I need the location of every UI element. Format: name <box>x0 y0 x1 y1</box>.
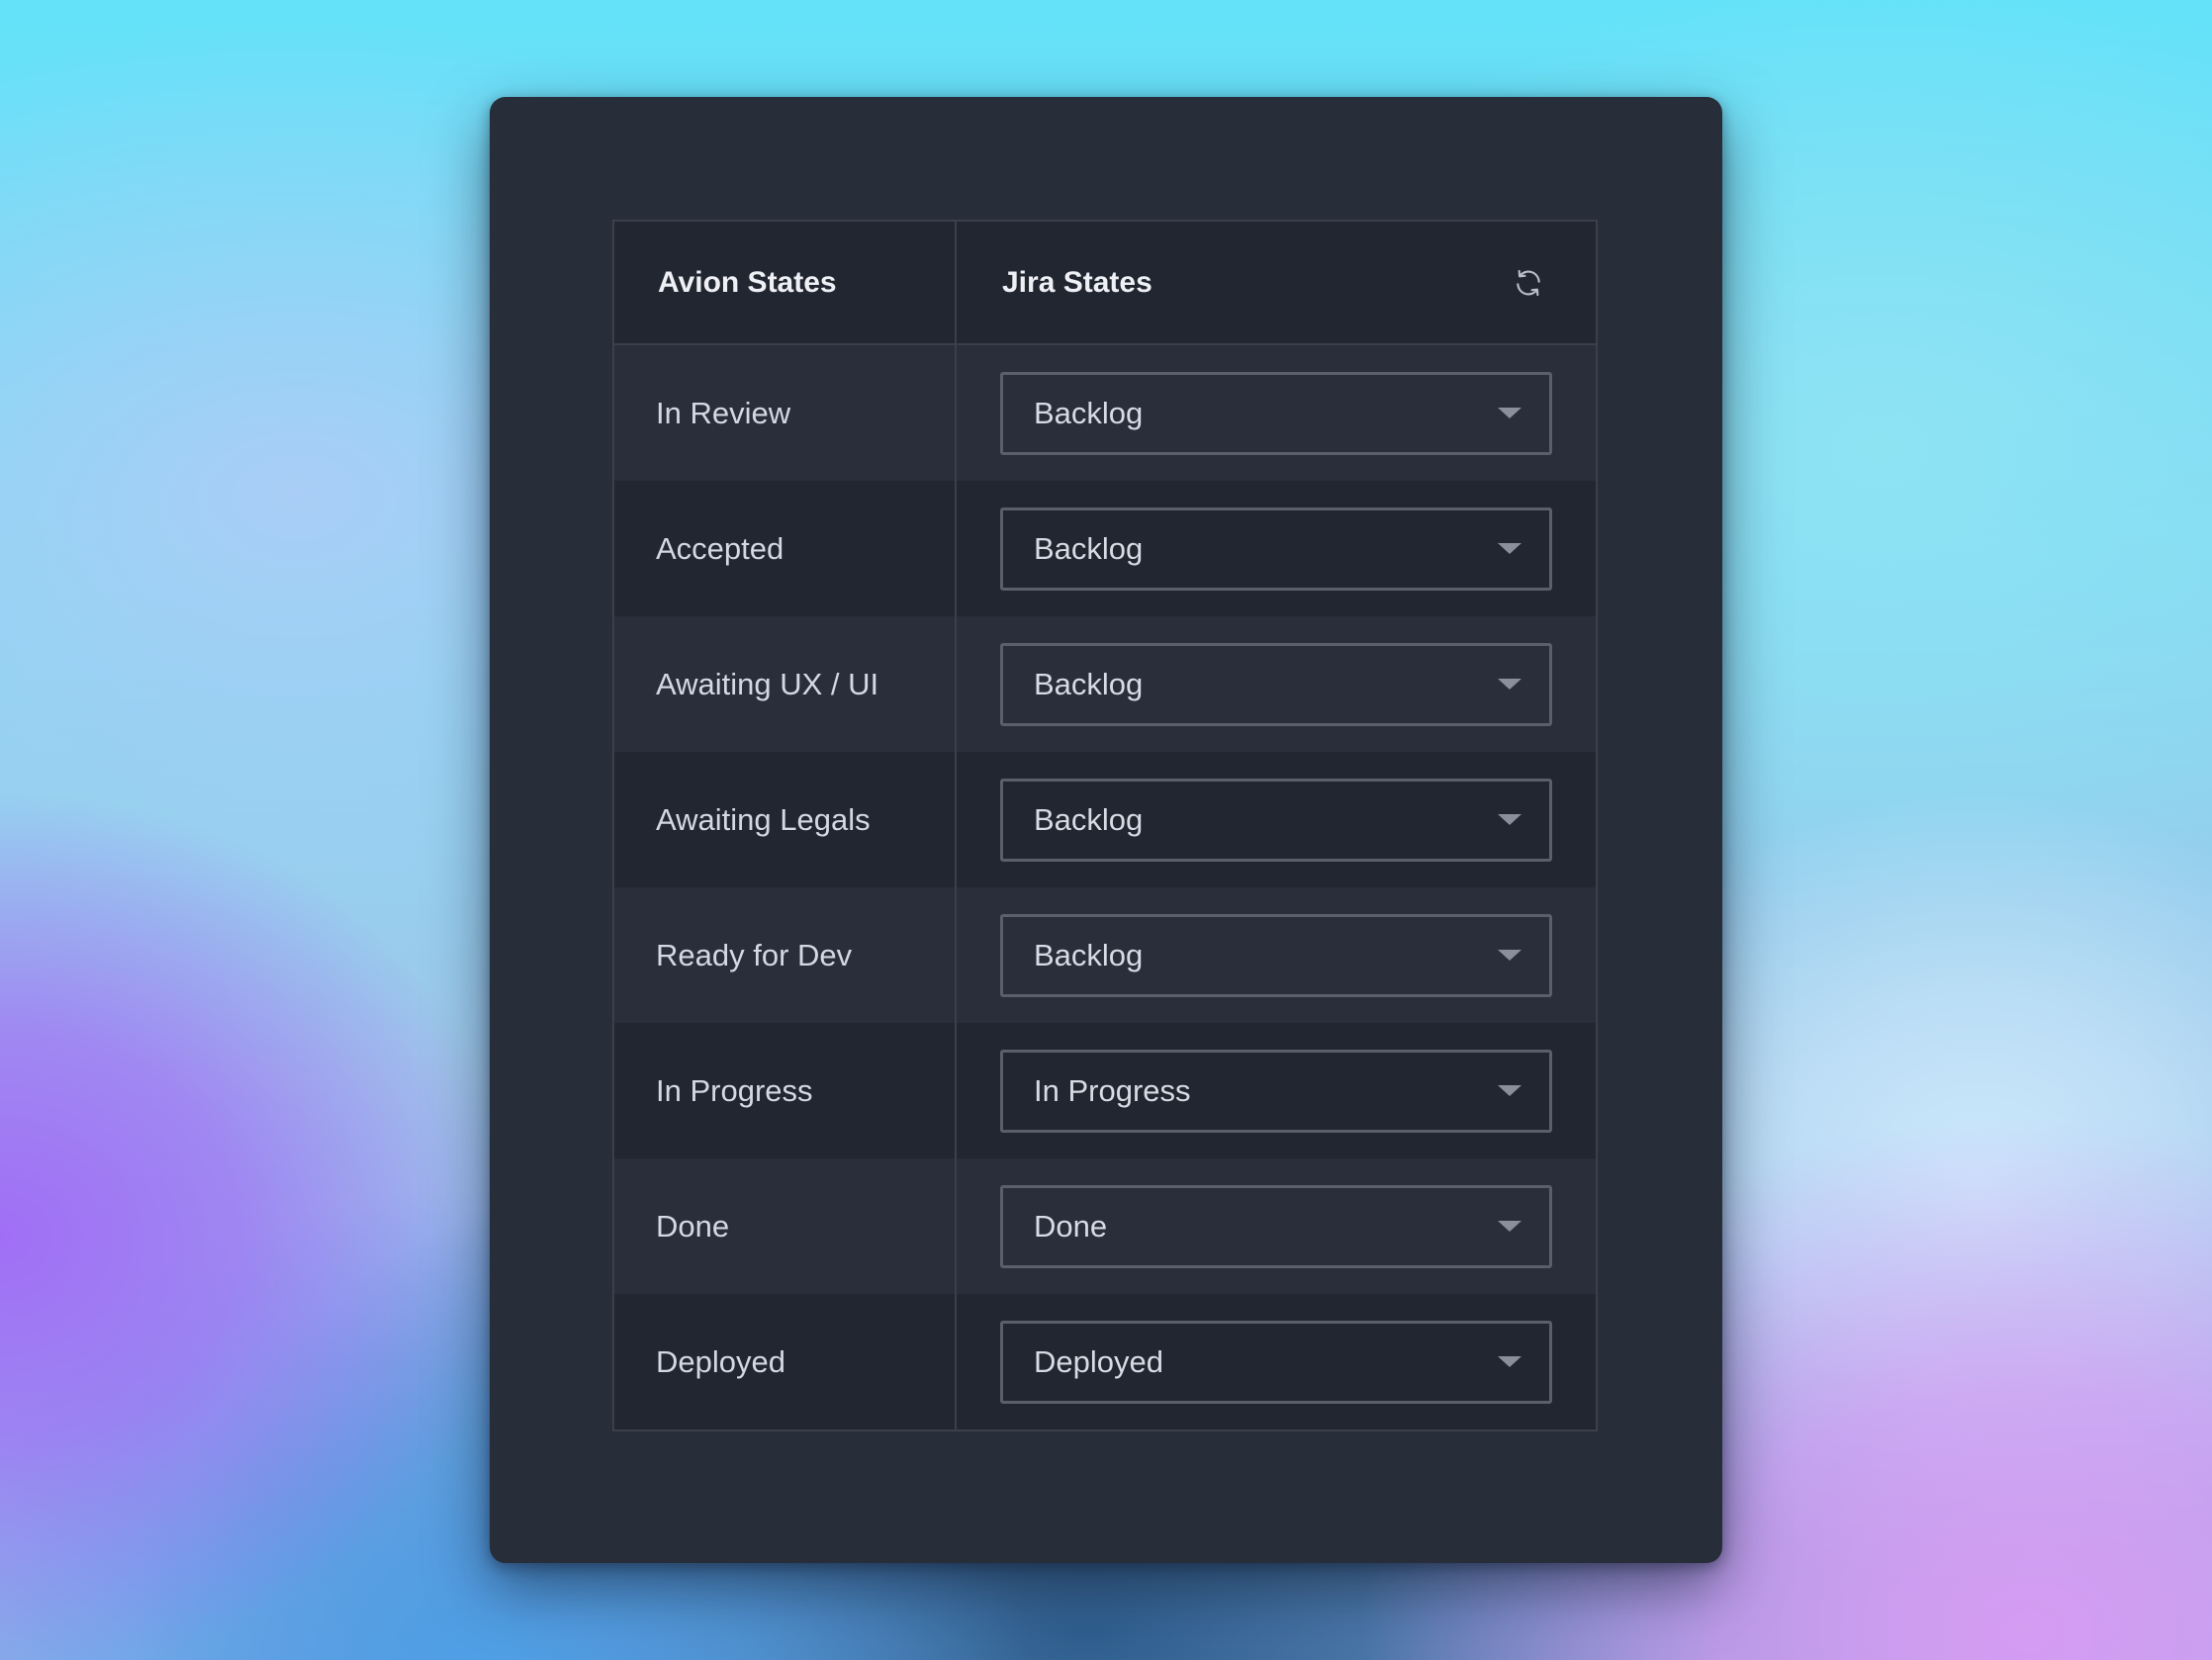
jira-state-select[interactable]: Backlog <box>1000 778 1552 862</box>
table-header: Avion States Jira States <box>614 222 1596 345</box>
jira-state-cell: Backlog <box>957 752 1596 887</box>
avion-state-label: Deployed <box>614 1294 957 1429</box>
jira-state-cell: Backlog <box>957 345 1596 481</box>
jira-states-header-cell: Jira States <box>957 222 1596 343</box>
jira-state-value: In Progress <box>1034 1072 1191 1108</box>
jira-state-cell: In Progress <box>957 1023 1596 1158</box>
jira-state-select[interactable]: In Progress <box>1000 1049 1552 1133</box>
chevron-down-icon <box>1498 1221 1521 1232</box>
avion-state-label: Ready for Dev <box>614 887 957 1023</box>
jira-state-value: Backlog <box>1034 937 1144 972</box>
jira-state-cell: Done <box>957 1158 1596 1294</box>
chevron-down-icon <box>1498 1085 1521 1096</box>
jira-state-value: Done <box>1034 1208 1108 1244</box>
chevron-down-icon <box>1498 950 1521 961</box>
state-mapping-table: Avion States Jira States In Review Backl… <box>612 220 1598 1431</box>
jira-state-select[interactable]: Backlog <box>1000 507 1552 591</box>
jira-state-select[interactable]: Done <box>1000 1184 1552 1268</box>
table-row: Awaiting Legals Backlog <box>614 752 1596 887</box>
jira-state-cell: Backlog <box>957 616 1596 752</box>
table-row: In Progress In Progress <box>614 1023 1596 1158</box>
jira-state-value: Backlog <box>1034 801 1144 837</box>
avion-state-label: In Review <box>614 345 957 481</box>
jira-state-value: Backlog <box>1034 666 1144 701</box>
chevron-down-icon <box>1498 679 1521 690</box>
avion-state-label: In Progress <box>614 1023 957 1158</box>
chevron-down-icon <box>1498 543 1521 554</box>
state-mapping-card: Avion States Jira States In Review Backl… <box>490 97 1722 1563</box>
jira-state-cell: Backlog <box>957 887 1596 1023</box>
table-row: Awaiting UX / UI Backlog <box>614 616 1596 752</box>
jira-state-cell: Backlog <box>957 481 1596 616</box>
table-row: Done Done <box>614 1158 1596 1294</box>
chevron-down-icon <box>1498 408 1521 418</box>
refresh-icon[interactable] <box>1513 267 1544 299</box>
avion-state-label: Done <box>614 1158 957 1294</box>
jira-state-select[interactable]: Deployed <box>1000 1320 1552 1404</box>
table-row: Ready for Dev Backlog <box>614 887 1596 1023</box>
jira-state-select[interactable]: Backlog <box>1000 913 1552 997</box>
jira-state-select[interactable]: Backlog <box>1000 371 1552 455</box>
table-row: In Review Backlog <box>614 345 1596 481</box>
chevron-down-icon <box>1498 1356 1521 1367</box>
jira-states-header: Jira States <box>1002 265 1152 299</box>
avion-state-label: Accepted <box>614 481 957 616</box>
avion-state-label: Awaiting Legals <box>614 752 957 887</box>
avion-state-label: Awaiting UX / UI <box>614 616 957 752</box>
jira-state-select[interactable]: Backlog <box>1000 642 1552 726</box>
chevron-down-icon <box>1498 814 1521 825</box>
jira-state-value: Deployed <box>1034 1343 1163 1379</box>
jira-state-value: Backlog <box>1034 530 1144 566</box>
avion-states-header: Avion States <box>614 222 957 343</box>
jira-state-cell: Deployed <box>957 1294 1596 1429</box>
jira-state-value: Backlog <box>1034 395 1144 430</box>
table-row: Deployed Deployed <box>614 1294 1596 1429</box>
table-row: Accepted Backlog <box>614 481 1596 616</box>
